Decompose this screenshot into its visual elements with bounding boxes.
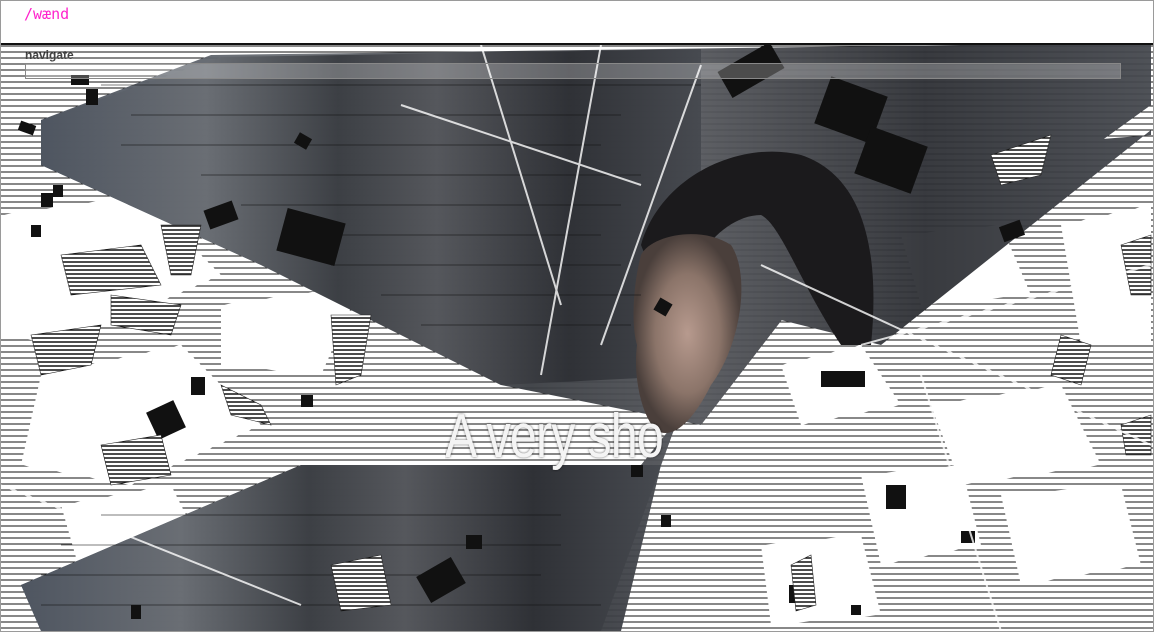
app-window: /wænd navigate A very sho bbox=[0, 0, 1154, 632]
map-canvas[interactable] bbox=[1, 45, 1153, 631]
brand-link[interactable]: /wænd bbox=[24, 5, 69, 23]
top-bar: /wænd bbox=[1, 1, 1153, 45]
navigate-input[interactable] bbox=[25, 63, 1121, 79]
navigate-label: navigate bbox=[25, 48, 74, 62]
video-caption: A very sho bbox=[445, 402, 663, 471]
video-caption-clip: A very sho bbox=[441, 397, 679, 483]
